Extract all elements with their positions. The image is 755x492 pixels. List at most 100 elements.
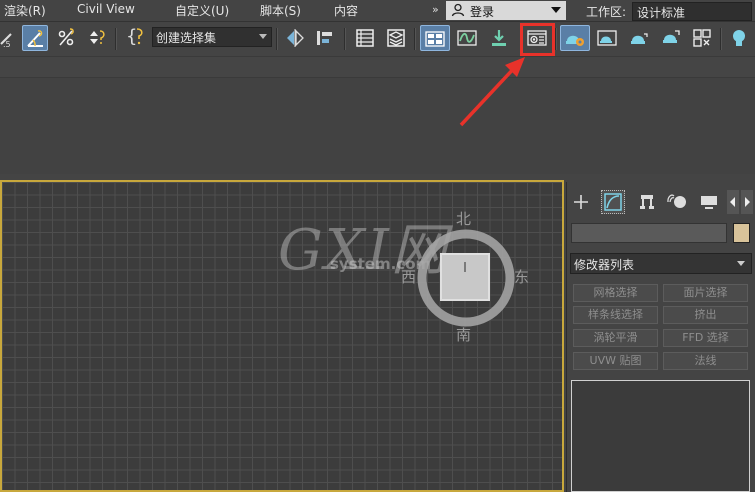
compass-west: 西 — [401, 268, 417, 286]
render-activeshade-button[interactable] — [658, 25, 684, 51]
display-tab[interactable] — [697, 190, 721, 214]
menu-customize[interactable]: 自定义(U) — [175, 2, 229, 19]
rendered-frame-window-button[interactable] — [560, 25, 590, 51]
modifier-list-label: 修改器列表 — [574, 258, 635, 272]
align-icon — [317, 31, 332, 45]
angle-snap-icon — [27, 30, 43, 47]
toolbar-separator — [414, 28, 416, 50]
create-tab[interactable] — [569, 190, 593, 214]
hierarchy-icon — [640, 195, 654, 209]
mirror-button[interactable] — [282, 25, 308, 51]
percent-snap-button[interactable] — [54, 25, 80, 51]
edit-named-selection-button[interactable]: { — [121, 25, 149, 51]
angle-snap-button[interactable] — [22, 25, 48, 51]
modifier-button-ffd-select[interactable]: FFD 选择 — [663, 329, 748, 347]
scene-explorer-button[interactable] — [352, 25, 378, 51]
mental-ray-icon — [733, 30, 745, 46]
modifier-button-normal[interactable]: 法线 — [663, 352, 748, 370]
chevron-down-icon — [259, 34, 267, 39]
toggle-ribbon-icon — [425, 31, 445, 47]
svg-text:.5: .5 — [3, 40, 11, 48]
menu-civil-view[interactable]: Civil View — [77, 2, 135, 16]
toolbar-separator — [555, 28, 557, 50]
layer-explorer-icon — [387, 29, 405, 47]
ribbon-tabs — [0, 57, 755, 78]
curve-editor-button[interactable] — [454, 25, 480, 51]
annotation-arrow-icon — [459, 57, 525, 127]
scale-button[interactable]: .5 — [0, 25, 18, 51]
motion-icon — [667, 194, 686, 208]
login-dropdown[interactable]: 登录 — [446, 1, 566, 20]
toolbar-separator — [720, 28, 722, 50]
modifier-button-mesh-select[interactable]: 网格选择 — [573, 284, 658, 302]
main-toolbar: .5 { 创建选择集 — [0, 22, 755, 57]
edit-named-selection-icon — [136, 28, 143, 45]
curve-editor-icon — [457, 30, 477, 46]
percent-snap-icon — [58, 28, 74, 46]
menu-script[interactable]: 脚本(S) — [260, 2, 301, 19]
chevron-down-icon — [551, 7, 561, 13]
selection-set-value: 创建选择集 — [156, 31, 217, 45]
display-icon — [701, 196, 717, 209]
viewcube[interactable]: 北 南 东 西 — [401, 210, 529, 344]
modifier-button-extrude[interactable]: 挤出 — [663, 306, 748, 324]
command-panel: 修改器列表 网格选择 面片选择 样条线选择 挤出 涡轮平滑 FFD 选择 UVW… — [566, 182, 755, 492]
schematic-view-icon — [492, 30, 506, 46]
chevron-down-icon — [737, 261, 745, 266]
spinner-snap-icon — [90, 30, 105, 44]
compass-north: 北 — [456, 210, 472, 228]
schematic-view-button[interactable] — [486, 25, 512, 51]
modifier-button-patch-select[interactable]: 面片选择 — [663, 284, 748, 302]
render-iterative-button[interactable] — [626, 25, 652, 51]
toolbar-separator — [115, 28, 117, 50]
command-panel-tabs — [567, 188, 755, 218]
render-iterative-icon — [631, 33, 648, 44]
workspace-select[interactable]: 设计标准 — [632, 2, 752, 21]
modifier-button-spline-select[interactable]: 样条线选择 — [573, 306, 658, 324]
compass-south: 南 — [456, 326, 472, 344]
toggle-ribbon-button[interactable] — [420, 25, 450, 51]
tab-scroll-left[interactable] — [727, 190, 739, 214]
align-button[interactable] — [312, 25, 338, 51]
plus-icon — [574, 195, 588, 209]
ribbon-panel — [0, 78, 755, 174]
object-color-swatch[interactable] — [733, 223, 750, 243]
modifier-button-uvw-map[interactable]: UVW 贴图 — [573, 352, 658, 370]
tab-scroll-right[interactable] — [741, 190, 753, 214]
menu-render[interactable]: 渲染(R) — [4, 2, 46, 19]
modify-icon — [604, 193, 622, 211]
chevron-left-icon — [730, 197, 735, 207]
chevron-right-icon — [745, 197, 750, 207]
render-online-icon — [693, 29, 711, 47]
modifier-button-turbosmooth[interactable]: 涡轮平滑 — [573, 329, 658, 347]
user-icon — [451, 3, 465, 17]
layer-explorer-button[interactable] — [383, 25, 409, 51]
scene-explorer-icon — [356, 29, 374, 47]
toolbar-separator — [276, 28, 278, 50]
spinner-snap-button[interactable] — [84, 25, 110, 51]
viewcube-compass-ring-icon — [417, 229, 515, 327]
mirror-icon — [287, 29, 304, 47]
modifier-list-dropdown[interactable]: 修改器列表 — [570, 253, 752, 274]
hierarchy-tab[interactable] — [635, 190, 659, 214]
render-activeshade-icon — [663, 30, 680, 43]
rendered-frame-window-icon — [566, 35, 584, 46]
object-name-field[interactable] — [571, 223, 727, 243]
compass-east: 东 — [514, 268, 530, 286]
render-production-button[interactable] — [594, 25, 620, 51]
menu-bar: 渲染(R) Civil View 自定义(U) 脚本(S) 内容 » 登录 工作… — [0, 0, 755, 22]
menu-overflow-icon[interactable]: » — [432, 3, 439, 16]
login-label: 登录 — [470, 5, 495, 19]
toolbar-separator — [344, 28, 346, 50]
modify-tab[interactable] — [601, 190, 625, 214]
motion-tab[interactable] — [665, 190, 689, 214]
scale-icon: .5 — [0, 33, 12, 48]
mental-ray-button[interactable] — [726, 25, 752, 51]
workspace-label: 工作区: — [586, 5, 627, 19]
render-production-icon — [597, 30, 617, 46]
render-online-button[interactable] — [689, 25, 715, 51]
modifier-stack-view[interactable] — [571, 380, 750, 492]
named-selection-set-dropdown[interactable]: 创建选择集 — [152, 27, 272, 47]
workspace-value: 设计标准 — [637, 6, 686, 20]
menu-content[interactable]: 内容 — [334, 2, 358, 19]
